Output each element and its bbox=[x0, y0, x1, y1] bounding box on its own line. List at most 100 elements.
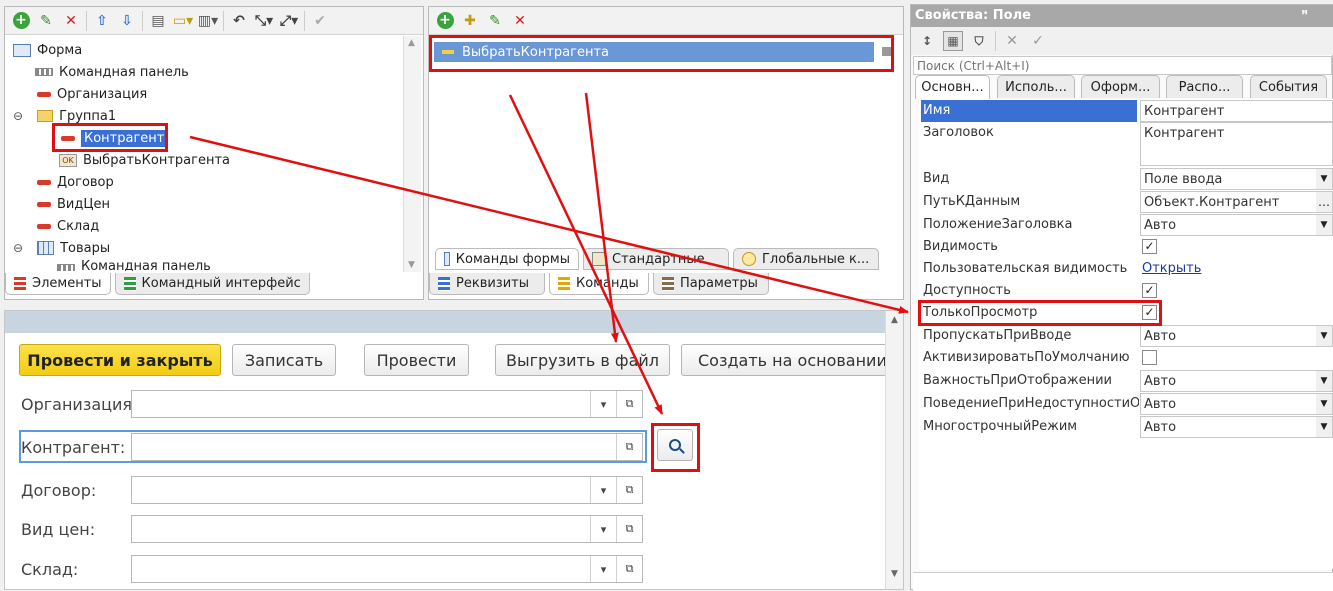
commands-toolbar: + ✚ ✎ ✕ bbox=[429, 7, 903, 35]
tree-scrollbar[interactable]: ▲ ▼ bbox=[403, 36, 421, 272]
scroll-up-icon[interactable]: ▲ bbox=[891, 315, 898, 325]
tab-command-interface[interactable]: Командный интерфейс bbox=[114, 273, 310, 295]
tree-item-organization[interactable]: Организация bbox=[37, 83, 147, 105]
open-icon[interactable]: ⧉ bbox=[616, 477, 642, 503]
open-icon[interactable]: ⧉ bbox=[616, 391, 642, 417]
tab-standard[interactable]: Стандартные bbox=[583, 248, 729, 270]
cancel-icon[interactable]: ✕ bbox=[1002, 31, 1022, 51]
categorized-icon[interactable]: ▦ bbox=[943, 31, 963, 51]
collapse-icon[interactable]: ⊖ bbox=[13, 109, 23, 123]
dropdown-icon[interactable]: ▼ bbox=[1316, 371, 1332, 391]
group-icon[interactable]: ▥▾ bbox=[198, 11, 218, 31]
add-folder-icon[interactable]: ✚ bbox=[460, 11, 480, 31]
open-icon[interactable]: ⧉ bbox=[616, 434, 642, 460]
tab-global[interactable]: Глобальные к... bbox=[733, 248, 879, 270]
edit-pencil-icon[interactable]: ✎ bbox=[36, 11, 56, 31]
tree-item-goods-command-bar[interactable]: Командная панель bbox=[57, 259, 211, 271]
counterparty-field[interactable]: ⧉ bbox=[131, 433, 643, 461]
tree-item-goods[interactable]: ⊖ Товары bbox=[13, 237, 110, 259]
contract-field[interactable]: ▾ ⧉ bbox=[131, 476, 643, 504]
dropdown-icon[interactable]: ▼ bbox=[1316, 394, 1332, 414]
dropdown-icon[interactable]: ▾ bbox=[590, 477, 616, 503]
prop-display-importance-select[interactable]: Авто ▼ bbox=[1140, 370, 1333, 392]
prop-title-value[interactable]: Контрагент bbox=[1140, 122, 1333, 166]
post-and-close-button[interactable]: Провести и закрыть bbox=[19, 344, 221, 376]
scroll-down-icon[interactable]: ▼ bbox=[891, 569, 898, 579]
visibility-checkbox[interactable]: ✓ bbox=[1142, 239, 1157, 254]
tab-parameters[interactable]: Параметры bbox=[653, 273, 769, 295]
tab-layout[interactable]: Распо... bbox=[1166, 75, 1243, 98]
tree-item-form[interactable]: Форма bbox=[13, 39, 82, 61]
tree-item-price-type[interactable]: ВидЦен bbox=[37, 193, 110, 215]
tree-item-contract[interactable]: Договор bbox=[37, 171, 114, 193]
dropdown-icon[interactable]: ▼ bbox=[1316, 169, 1332, 189]
dropdown-icon[interactable]: ▾ bbox=[590, 556, 616, 582]
undo-icon[interactable]: ↶ bbox=[229, 11, 249, 31]
tab-form-commands[interactable]: Команды формы bbox=[435, 248, 579, 270]
tree-item-label: Группа1 bbox=[59, 108, 117, 124]
highlight-counterparty-tree bbox=[52, 123, 168, 152]
dropdown-icon[interactable]: ▼ bbox=[1316, 326, 1332, 346]
move-down-icon[interactable]: ⇩ bbox=[117, 11, 137, 31]
separator bbox=[304, 10, 305, 31]
add-icon[interactable]: + bbox=[435, 11, 455, 31]
enabled-checkbox[interactable]: ✓ bbox=[1142, 283, 1157, 298]
move-up-icon[interactable]: ⇧ bbox=[92, 11, 112, 31]
sort-alphabetical-icon[interactable]: ↕ bbox=[917, 31, 937, 51]
prop-unavailable-behavior-select[interactable]: Авто ▼ bbox=[1140, 393, 1333, 415]
delete-icon[interactable]: ✕ bbox=[510, 11, 530, 31]
window-icon[interactable]: ▭▾ bbox=[173, 11, 193, 31]
resize-icon[interactable]: ⤡▾ bbox=[254, 11, 274, 31]
tree-item-command-bar[interactable]: Командная панель bbox=[35, 61, 189, 83]
tab-attributes[interactable]: Реквизиты bbox=[429, 273, 545, 295]
filter-icon[interactable]: ⛉ bbox=[969, 31, 989, 51]
ellipsis-icon[interactable]: … bbox=[1316, 192, 1332, 212]
price-type-field[interactable]: ▾ ⧉ bbox=[131, 515, 643, 543]
check-icon[interactable]: ✔ bbox=[310, 11, 330, 31]
dropdown-icon[interactable]: ▾ bbox=[590, 391, 616, 417]
activate-default-checkbox[interactable] bbox=[1142, 350, 1157, 365]
prop-name-value[interactable]: Контрагент bbox=[1140, 100, 1333, 122]
property-search-input[interactable] bbox=[913, 56, 1332, 75]
open-icon[interactable]: ⧉ bbox=[616, 516, 642, 542]
expand-icon[interactable]: ⤢▾ bbox=[279, 11, 299, 31]
prop-title-position-select[interactable]: Авто ▼ bbox=[1140, 214, 1333, 236]
open-icon[interactable]: ⧉ bbox=[616, 556, 642, 582]
tab-appearance[interactable]: Оформ... bbox=[1081, 75, 1160, 98]
dropdown-icon[interactable]: ▼ bbox=[1316, 215, 1332, 235]
scroll-up-icon[interactable]: ▲ bbox=[408, 38, 415, 48]
tab-commands[interactable]: Команды bbox=[549, 273, 649, 295]
prop-skip-on-input-select[interactable]: Авто ▼ bbox=[1140, 325, 1333, 347]
prop-view-select[interactable]: Поле ввода ▼ bbox=[1140, 168, 1333, 190]
properties-footer bbox=[913, 572, 1333, 591]
collapse-icon[interactable]: ⊖ bbox=[13, 241, 23, 255]
dropdown-icon[interactable]: ▾ bbox=[590, 516, 616, 542]
scroll-down-icon[interactable]: ▼ bbox=[408, 260, 415, 270]
highlight-search-button bbox=[651, 423, 700, 472]
tab-elements[interactable]: Элементы bbox=[5, 273, 111, 295]
tree-item-select-counterparty[interactable]: OK ВыбратьКонтрагента bbox=[59, 149, 230, 171]
prop-multiline-select[interactable]: Авто ▼ bbox=[1140, 416, 1333, 438]
tree-item-warehouse[interactable]: Склад bbox=[37, 215, 99, 237]
save-button[interactable]: Записать bbox=[232, 344, 336, 376]
tab-usage[interactable]: Исполь... bbox=[997, 75, 1075, 98]
warehouse-field[interactable]: ▾ ⧉ bbox=[131, 555, 643, 583]
dropdown-icon[interactable]: ▼ bbox=[1316, 417, 1332, 437]
form-layout-icon[interactable]: ▤ bbox=[148, 11, 168, 31]
organization-field[interactable]: ▾ ⧉ bbox=[131, 390, 643, 418]
accept-icon[interactable]: ✓ bbox=[1028, 31, 1048, 51]
add-icon[interactable]: + bbox=[11, 11, 31, 31]
delete-icon[interactable]: ✕ bbox=[61, 11, 81, 31]
post-button[interactable]: Провести bbox=[364, 344, 469, 376]
separator bbox=[223, 10, 224, 31]
preview-scrollbar[interactable]: ▲ ▼ bbox=[885, 311, 903, 589]
create-based-on-button[interactable]: Создать на основании bbox=[681, 344, 891, 376]
edit-pencil-icon[interactable]: ✎ bbox=[485, 11, 505, 31]
open-link[interactable]: Открыть bbox=[1142, 261, 1201, 276]
pin-icon[interactable]: ꟸ bbox=[1301, 8, 1308, 21]
tab-main[interactable]: Основн... bbox=[915, 75, 990, 99]
export-to-file-button[interactable]: Выгрузить в файл bbox=[495, 344, 670, 376]
counterparty-label: Контрагент: bbox=[21, 438, 126, 457]
tab-events[interactable]: События bbox=[1250, 75, 1327, 98]
prop-data-path-field[interactable]: Объект.Контрагент… bbox=[1140, 191, 1333, 213]
